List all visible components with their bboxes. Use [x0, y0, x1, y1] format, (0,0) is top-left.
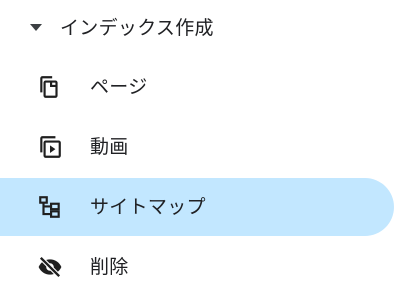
sidebar-nav: インデックス作成 ページ 動画 サイトマップ 削除	[0, 0, 415, 296]
sidebar-item-removals[interactable]: 削除	[0, 238, 415, 296]
section-title: インデックス作成	[60, 17, 214, 39]
sidebar-item-label: 削除	[90, 256, 129, 278]
sidebar-item-video[interactable]: 動画	[0, 118, 415, 176]
sidebar-item-label: ページ	[90, 76, 148, 98]
video-pages-icon	[37, 134, 63, 160]
caret-down-icon	[30, 24, 42, 31]
visibility-off-icon	[37, 254, 63, 280]
sidebar-item-label: サイトマップ	[90, 196, 206, 218]
pages-copy-icon	[37, 74, 63, 100]
sitemap-icon	[37, 194, 63, 220]
section-indexing-header[interactable]: インデックス作成	[0, 0, 415, 58]
sidebar-item-pages[interactable]: ページ	[0, 58, 415, 116]
sidebar-item-label: 動画	[90, 136, 129, 158]
sidebar-item-sitemaps[interactable]: サイトマップ	[0, 178, 415, 236]
